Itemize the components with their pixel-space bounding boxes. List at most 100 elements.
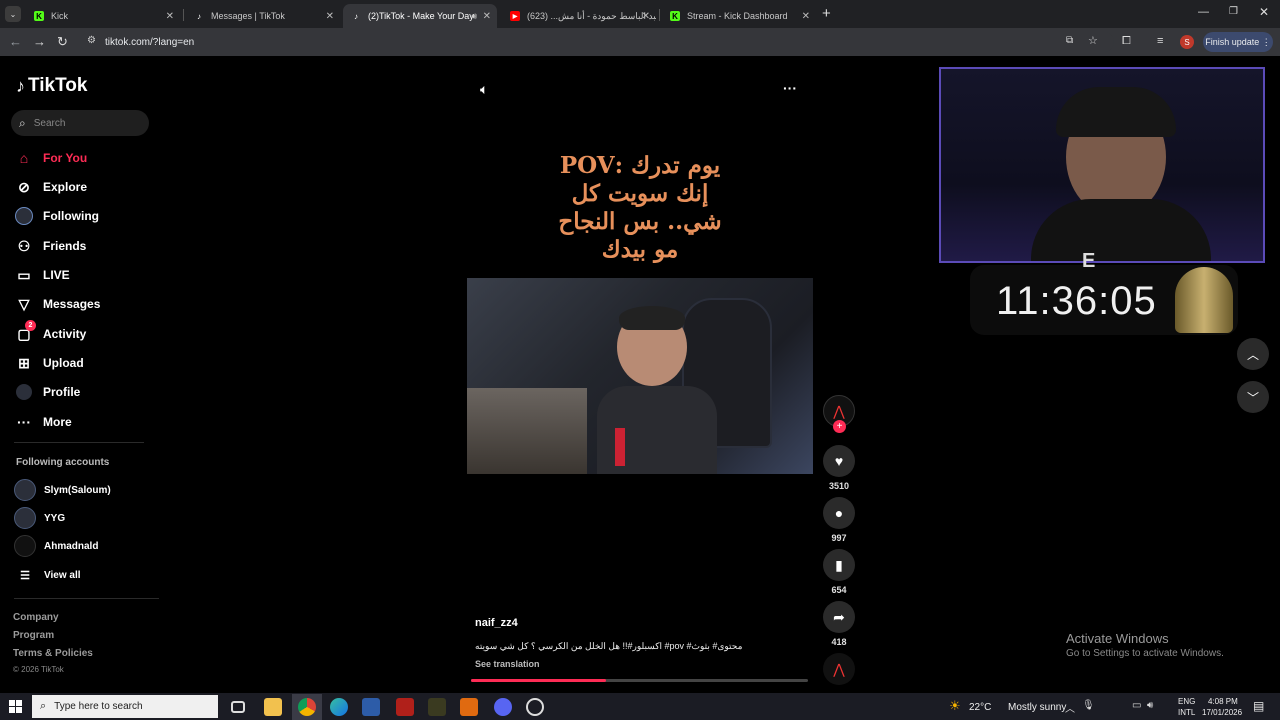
file-explorer-icon[interactable] [264, 698, 282, 716]
tiktok-favicon-icon: ♪ [197, 11, 201, 21]
tiktok-logo[interactable]: ♪ TikTok [16, 75, 87, 97]
close-tab-icon[interactable]: ✕ [642, 11, 650, 22]
restore-button[interactable]: ❐ [1229, 6, 1238, 17]
language-line-2[interactable]: INTL [1178, 708, 1195, 717]
close-tab-icon[interactable]: ✕ [483, 11, 491, 22]
speaker-icon[interactable]: 🔊︎ [471, 11, 477, 22]
share-button[interactable]: ➦ [823, 601, 855, 633]
chrome-icon[interactable] [298, 698, 316, 716]
notification-icon[interactable]: ▤ [1253, 699, 1264, 713]
sidebar-item-activity[interactable]: ▢ 2 Activity [14, 320, 86, 344]
app-icon[interactable] [362, 698, 380, 716]
stream-timer-panel: 11:36:05 [970, 265, 1238, 335]
video-progress-track[interactable] [471, 679, 808, 682]
sidebar-item-more[interactable]: ··· More [14, 412, 72, 432]
close-tab-icon[interactable]: ✕ [802, 11, 810, 22]
pharaoh-logo [1175, 267, 1233, 333]
reload-icon[interactable]: ↻ [57, 34, 68, 50]
app-icon[interactable] [428, 698, 446, 716]
stream-timer: 11:36:05 [996, 279, 1157, 323]
view-all-link[interactable]: ☰ View all [14, 564, 81, 586]
sidebar-item-for-you[interactable]: ⌂ For You [14, 148, 87, 168]
more-options-icon[interactable]: ··· [783, 80, 797, 96]
windows-start-icon[interactable] [9, 700, 22, 713]
tray-chevron-icon[interactable]: ︿ [1065, 700, 1075, 715]
discord-icon[interactable] [494, 698, 512, 716]
next-video-button[interactable]: ﹀ [1237, 381, 1269, 413]
language-line-1[interactable]: ENG [1178, 697, 1195, 706]
profile-avatar[interactable]: S [1180, 35, 1194, 49]
upload-icon: ⊞ [18, 354, 30, 371]
install-app-icon[interactable]: ⧉ [1066, 35, 1073, 46]
bookmark-star-icon[interactable]: ☆ [1088, 34, 1098, 47]
address-bar[interactable]: ⚙ ⧉ ☆ [80, 32, 1114, 52]
live-icon: ▭ [17, 266, 31, 283]
task-view-icon[interactable] [231, 701, 245, 713]
volume-icon[interactable]: 🔈︎ [480, 81, 488, 98]
close-tab-icon[interactable]: ✕ [166, 11, 174, 22]
sidebar-item-friends[interactable]: ⚇ Friends [14, 236, 87, 256]
site-info-icon[interactable]: ⚙ [87, 35, 96, 46]
account-item[interactable]: Slym(Saloum) [14, 479, 111, 501]
previous-video-button[interactable]: ︿ [1237, 338, 1269, 370]
view-all-label: View all [44, 569, 81, 581]
nav-label: For You [43, 151, 88, 165]
tab-title: Messages | TikTok [211, 11, 285, 21]
app-icon[interactable] [460, 698, 478, 716]
edge-icon[interactable] [330, 698, 348, 716]
comment-button[interactable]: ● [823, 497, 855, 529]
browser-tab-kick[interactable]: K Kick ✕ [26, 4, 180, 28]
sidebar-item-messages[interactable]: ▽ Messages [14, 294, 101, 314]
extensions-icon[interactable]: ⧠ [1122, 35, 1131, 48]
weather-text[interactable]: Mostly sunny [1008, 702, 1066, 713]
like-button[interactable]: ♥ [823, 445, 855, 477]
forward-icon[interactable]: → [33, 34, 46, 49]
see-translation-link[interactable]: See translation [475, 659, 540, 669]
sidebar-item-upload[interactable]: ⊞ Upload [14, 353, 84, 373]
account-item[interactable]: YYG [14, 507, 65, 529]
tab-search-button[interactable]: ⌄ [5, 6, 21, 22]
more-icon: ··· [17, 414, 31, 430]
network-icon[interactable]: ▭ [1132, 700, 1141, 711]
app-icon[interactable] [396, 698, 414, 716]
follow-plus-icon[interactable]: + [833, 420, 846, 433]
back-icon[interactable]: ← [9, 34, 22, 49]
share-count: 418 [831, 637, 847, 647]
sidebar-item-profile[interactable]: Profile [14, 382, 80, 402]
search-icon: ⌕ [19, 115, 26, 130]
footer-link-terms[interactable]: Terms & Policies [13, 648, 93, 659]
search-input[interactable]: ⌕ Search [11, 110, 149, 136]
video-player[interactable] [467, 278, 813, 474]
video-author[interactable]: naif_zz4 [475, 617, 518, 629]
browser-tab-youtube[interactable]: ▶ عبد الباسط حمودة - أنا مش... (623) ✕ [502, 4, 656, 28]
avatar [14, 479, 36, 501]
bookmark-button[interactable]: ▮ [823, 549, 855, 581]
footer-link-program[interactable]: Program [13, 630, 54, 641]
browser-tab-tiktok-active[interactable]: ♪ (2)TikTok - Make Your Day 🔊︎ ✕ [343, 4, 497, 28]
browser-tab-messages[interactable]: ♪ Messages | TikTok ✕ [186, 4, 340, 28]
obs-icon[interactable] [526, 698, 544, 716]
browser-tab-kick-dashboard[interactable]: K Stream - Kick Dashboard ✕ [662, 4, 816, 28]
finish-update-button[interactable]: Finish update ⋮ [1203, 32, 1273, 52]
clock-date[interactable]: 17/01/2026 [1202, 708, 1242, 717]
sidebar-item-live[interactable]: ▭ LIVE [14, 265, 69, 285]
media-controls-icon[interactable]: ≡ [1157, 35, 1163, 47]
tiktok-favicon-icon: ♪ [354, 11, 358, 21]
weather-icon: ☀ [949, 698, 961, 713]
sidebar-item-explore[interactable]: ⊘ Explore [14, 177, 87, 197]
clock-time[interactable]: 4:08 PM [1208, 697, 1238, 706]
tab-title: (2)TikTok - Make Your Day [368, 11, 474, 21]
volume-tray-icon[interactable]: 🔊︎ [1147, 700, 1153, 711]
close-tab-icon[interactable]: ✕ [326, 11, 334, 22]
microphone-icon[interactable]: 🎙︎ [1082, 700, 1095, 711]
weather-temp[interactable]: 22°C [969, 702, 991, 713]
account-item[interactable]: Ahmadnald [14, 535, 98, 557]
minimize-button[interactable]: — [1198, 6, 1209, 18]
close-window-button[interactable]: ✕ [1259, 5, 1269, 19]
music-disc-icon[interactable]: ⋀ [823, 653, 855, 685]
taskbar-search[interactable]: ⌕ Type here to search [32, 695, 218, 718]
footer-link-company[interactable]: Company [13, 612, 59, 623]
sidebar-item-following[interactable]: Following [14, 206, 99, 226]
new-tab-button[interactable]: + [822, 5, 831, 22]
send-icon: ▽ [18, 295, 30, 312]
